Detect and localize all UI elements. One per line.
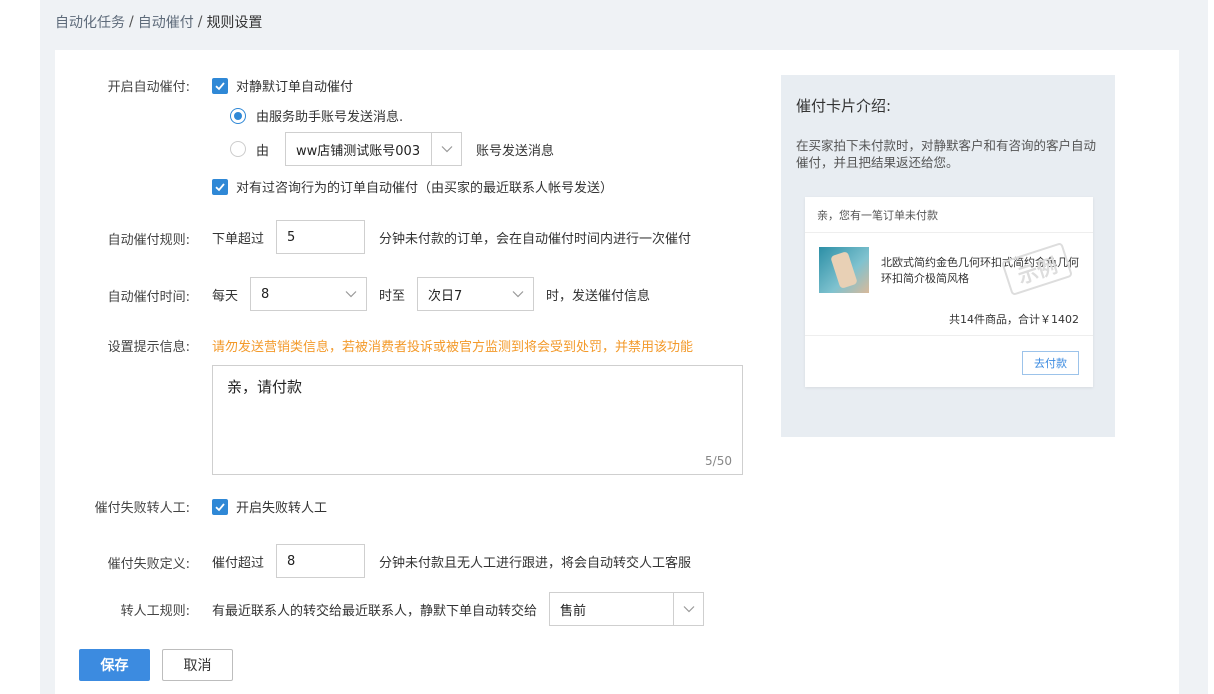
fail-definition-label: 催付失败定义: xyxy=(107,557,190,572)
message-content: 亲，请付款 xyxy=(227,378,303,396)
fail-transfer-checkbox[interactable] xyxy=(212,498,228,515)
rule-minutes-input[interactable]: 5 xyxy=(276,220,366,254)
remind-card-preview: 亲，您有一笔订单未付款 北欧式简约金色几何环扣式简约金色几何环扣简介极简风格 示… xyxy=(805,197,1093,387)
card-intro-description: 在买家拍下未付款时，对静默客户和有咨询的客户自动催付，并且把结果返还给您。 xyxy=(796,138,1097,170)
time-middle: 时至 xyxy=(379,288,406,304)
account-select-value: ww店铺测试账号003 xyxy=(296,143,421,159)
radio-custom-suffix: 账号发送消息 xyxy=(476,143,555,159)
radio-assistant[interactable] xyxy=(230,107,246,124)
rule-prefix: 下单超过 xyxy=(212,231,265,247)
radio-assistant-option[interactable]: 由服务助手账号发送消息. xyxy=(230,106,403,125)
time-suffix: 时，发送催付信息 xyxy=(546,288,651,304)
product-thumbnail xyxy=(819,247,869,293)
transfer-rule-row: 有最近联系人的转交给最近联系人，静默下单自动转交给 售前 xyxy=(212,592,705,626)
breadcrumb-separator: / xyxy=(197,14,203,30)
card-intro-title: 催付卡片介绍: xyxy=(796,97,892,115)
transfer-rule-label: 转人工规则: xyxy=(120,604,190,619)
consult-orders-text: 对有过咨询行为的订单自动催付（由买家的最近联系人帐号发送） xyxy=(236,181,614,196)
message-textarea[interactable]: 亲，请付款 5/50 xyxy=(212,365,743,475)
sample-stamp: 示例 xyxy=(1001,241,1073,297)
message-label: 设置提示信息: xyxy=(107,340,190,355)
consult-orders-option[interactable]: 对有过咨询行为的订单自动催付（由买家的最近联系人帐号发送） xyxy=(212,177,613,196)
auto-remind-label: 开启自动催付: xyxy=(107,80,190,95)
time-prefix: 每天 xyxy=(212,288,239,304)
transfer-rule-text: 有最近联系人的转交给最近联系人，静默下单自动转交给 xyxy=(212,603,538,619)
fail-transfer-text: 开启失败转人工 xyxy=(236,501,328,516)
check-icon xyxy=(215,81,225,90)
silent-orders-text: 对静默订单自动催付 xyxy=(236,80,354,95)
transfer-target-select[interactable]: 售前 xyxy=(549,592,705,626)
card-divider xyxy=(805,335,1093,336)
radio-custom-prefix: 由 xyxy=(256,143,270,159)
time-row: 每天 8 时至 次日7 时，发送催付信息 xyxy=(212,277,650,311)
radio-custom[interactable] xyxy=(230,141,246,157)
chevron-down-icon xyxy=(336,278,366,310)
time-label: 自动催付时间: xyxy=(107,290,190,305)
check-icon xyxy=(215,182,225,191)
end-hour-select[interactable]: 次日7 xyxy=(417,277,535,311)
fail-transfer-label: 催付失败转人工: xyxy=(94,501,190,516)
rule-label: 自动催付规则: xyxy=(107,233,190,248)
pay-button: 去付款 xyxy=(1022,351,1079,375)
breadcrumb-separator: / xyxy=(129,14,134,30)
radio-custom-option[interactable]: 由 ww店铺测试账号003 账号发送消息 xyxy=(230,132,554,166)
rule-row: 下单超过 5 分钟未付款的订单，会在自动催付时间内进行一次催付 xyxy=(212,220,691,254)
transfer-target-value: 售前 xyxy=(560,603,587,619)
fail-definition-prefix: 催付超过 xyxy=(212,555,265,571)
card-header: 亲，您有一笔订单未付款 xyxy=(805,197,1093,233)
message-warning-row: 请勿发送营销类信息，若被消费者投诉或被官方监测到将会受到处罚，并禁用该功能 xyxy=(212,336,693,355)
consult-orders-checkbox[interactable] xyxy=(212,178,228,195)
breadcrumb-auto-remind[interactable]: 自动催付 xyxy=(138,12,194,32)
cancel-button[interactable]: 取消 xyxy=(162,649,233,681)
breadcrumb: 自动化任务 / 自动催付 / 规则设置 xyxy=(55,12,262,32)
radio-assistant-text: 由服务助手账号发送消息. xyxy=(256,110,404,125)
fail-definition-row: 催付超过 8 分钟未付款且无人工进行跟进，将会自动转交人工客服 xyxy=(212,544,691,578)
breadcrumb-automation-tasks[interactable]: 自动化任务 xyxy=(55,12,125,32)
fail-transfer-option[interactable]: 开启失败转人工 xyxy=(212,497,327,516)
fail-definition-suffix: 分钟未付款且无人工进行跟进，将会自动转交人工客服 xyxy=(379,555,692,571)
start-hour-select[interactable]: 8 xyxy=(250,277,368,311)
rule-suffix: 分钟未付款的订单，会在自动催付时间内进行一次催付 xyxy=(379,231,692,247)
silent-orders-checkbox[interactable] xyxy=(212,77,228,94)
message-warning: 请勿发送营销类信息，若被消费者投诉或被官方监测到将会受到处罚，并禁用该功能 xyxy=(212,340,694,355)
rule-settings-panel: 开启自动催付: 对静默订单自动催付 由服务助手账号发送消息. 由 ww店铺测试账… xyxy=(55,50,1179,694)
chevron-down-icon xyxy=(431,133,461,165)
account-select[interactable]: ww店铺测试账号003 xyxy=(285,132,463,166)
silent-orders-option[interactable]: 对静默订单自动催付 xyxy=(212,76,353,95)
end-hour-value: 次日7 xyxy=(428,288,463,304)
order-total: 共14件商品，合计￥1402 xyxy=(949,313,1079,326)
message-counter: 5/50 xyxy=(705,454,732,468)
chevron-down-icon xyxy=(673,593,703,625)
fail-minutes-input[interactable]: 8 xyxy=(276,544,366,578)
chevron-down-icon xyxy=(503,278,533,310)
save-button[interactable]: 保存 xyxy=(79,649,150,681)
start-hour-value: 8 xyxy=(261,286,270,302)
card-intro-panel: 催付卡片介绍: 在买家拍下未付款时，对静默客户和有咨询的客户自动催付，并且把结果… xyxy=(781,75,1115,437)
breadcrumb-current: 规则设置 xyxy=(206,15,263,31)
check-icon xyxy=(215,502,225,511)
